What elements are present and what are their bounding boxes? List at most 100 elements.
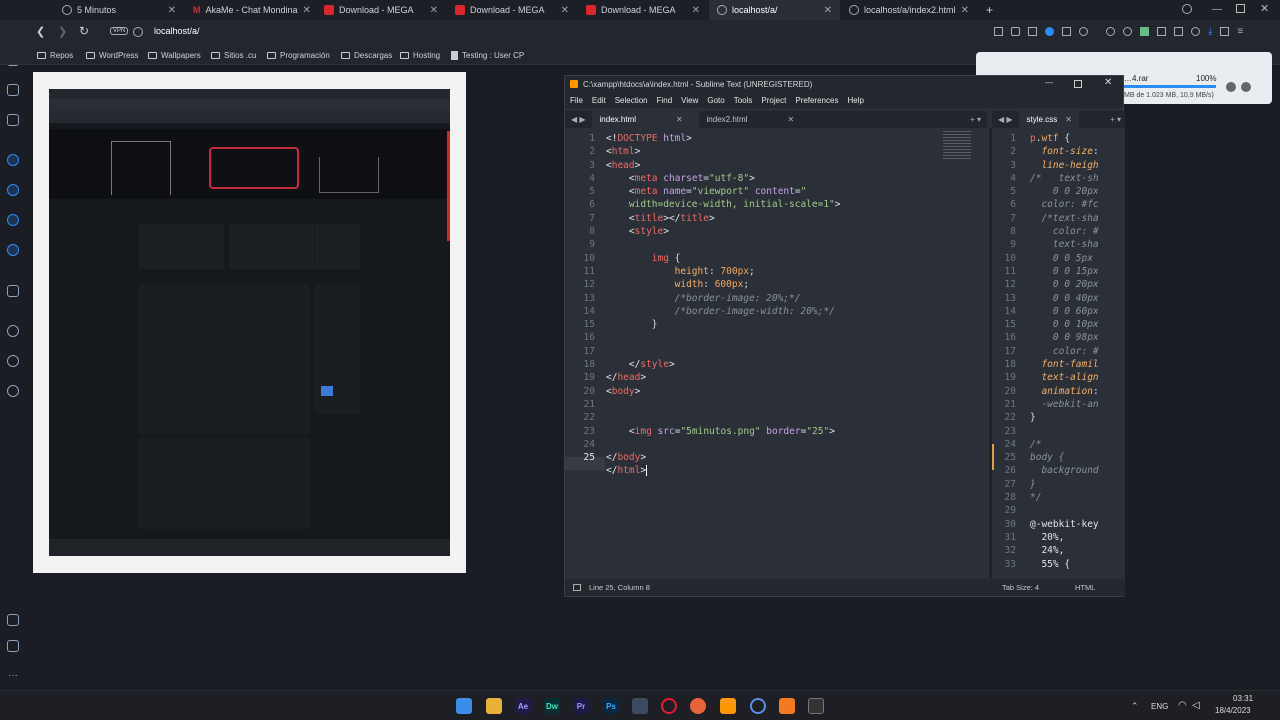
tray-chevron-icon[interactable]: ⌃ [1131, 701, 1139, 712]
tab-size[interactable]: Tab Size: 4 [1002, 583, 1039, 592]
tab-index2-html[interactable]: index2.html ✕ [699, 111, 806, 128]
clock-time[interactable]: 03:31 [1233, 694, 1253, 703]
minimize-icon[interactable]: — [1212, 4, 1222, 15]
search-icon[interactable] [1182, 4, 1192, 14]
pause-icon[interactable] [1226, 82, 1236, 92]
snapshots-icon[interactable] [7, 640, 19, 652]
shield-icon[interactable] [1045, 27, 1054, 36]
premiere-icon[interactable]: Pr [573, 698, 589, 714]
download-icon[interactable]: ⤓ [1208, 27, 1212, 37]
menu-goto[interactable]: Goto [707, 96, 724, 105]
close-icon[interactable]: ✕ [1104, 77, 1112, 88]
bookmark-item[interactable]: Repos [37, 45, 73, 65]
tab-nav-arrows[interactable]: ◀ ▶ [565, 115, 592, 124]
browser-tab[interactable]: localhost/a/index2.html ✕ [841, 0, 971, 20]
browser-tab[interactable]: M AkaMe - Chat Mondina ✕ [185, 0, 315, 20]
browser-tab[interactable]: 5 Minutos ✕ [54, 0, 184, 20]
after-effects-icon[interactable]: Ae [515, 698, 531, 714]
close-tab-icon[interactable]: ✕ [168, 5, 176, 16]
close-tab-icon[interactable]: ✕ [676, 115, 683, 124]
menu-find[interactable]: Find [657, 96, 673, 105]
extensions-icon[interactable] [7, 614, 19, 626]
twitter-icon[interactable] [7, 244, 19, 256]
menu-view[interactable]: View [681, 96, 698, 105]
ext-icon[interactable] [1123, 27, 1132, 36]
close-tab-icon[interactable]: ✕ [303, 5, 311, 16]
menu-edit[interactable]: Edit [592, 96, 606, 105]
shopping-icon[interactable] [7, 84, 19, 96]
heart-icon[interactable] [1079, 27, 1088, 36]
cancel-icon[interactable] [1241, 82, 1251, 92]
minimize-icon[interactable]: — [1045, 78, 1053, 87]
close-tab-icon[interactable]: ✕ [824, 5, 832, 16]
close-tab-icon[interactable]: ✕ [561, 5, 569, 16]
syntax-mode[interactable]: HTML [1075, 583, 1095, 592]
browser-tab-active[interactable]: localhost/a/ ✕ [709, 0, 840, 20]
windows-start-icon[interactable] [456, 698, 472, 714]
maximize-icon[interactable] [1074, 80, 1082, 88]
browser-tab[interactable]: Download - MEGA ✕ [316, 0, 446, 20]
menu-icon[interactable]: ≡ [1237, 27, 1243, 37]
tab-index-html[interactable]: index.html ✕ [591, 111, 699, 128]
settings-icon[interactable] [7, 385, 19, 397]
more-icon[interactable]: ··· [8, 670, 18, 681]
close-tab-icon[interactable]: ✕ [692, 5, 700, 16]
code-index-html[interactable]: <!DOCTYPE html> <html> <head> <meta char… [606, 132, 841, 478]
bookmark-item[interactable]: WordPress [86, 45, 138, 65]
volume-icon[interactable]: ◁ [1192, 700, 1200, 711]
forward-icon[interactable]: ❯ [58, 25, 67, 38]
instagram-icon[interactable] [7, 214, 19, 226]
bookmark-item[interactable]: Sitios .cu [211, 45, 256, 65]
browser-tab[interactable]: Download - MEGA ✕ [447, 0, 577, 20]
new-tab-icon[interactable]: + ▾ [970, 115, 987, 124]
cube-icon[interactable] [1174, 27, 1183, 36]
history-icon[interactable] [7, 355, 19, 367]
menu-selection[interactable]: Selection [615, 96, 648, 105]
messenger-icon[interactable] [7, 154, 19, 166]
bookmark-item[interactable]: Wallpapers [148, 45, 201, 65]
bookmark-item[interactable]: Descargas [341, 45, 392, 65]
file-explorer-icon[interactable] [486, 698, 502, 714]
minimap[interactable] [943, 131, 971, 161]
menu-help[interactable]: Help [847, 96, 863, 105]
edit-icon[interactable] [994, 27, 1003, 36]
clock-date[interactable]: 18/4/2023 [1215, 706, 1251, 715]
code-style-css[interactable]: p.wtf { font-size: line-heigh /* text-sh… [1030, 132, 1099, 571]
camera-icon[interactable] [1011, 27, 1020, 36]
gamepad-icon[interactable] [1106, 27, 1115, 36]
wifi-icon[interactable]: ◠ [1178, 700, 1187, 711]
editor-right[interactable]: 1 2 3 4 5 6 7 8 9 10 11 12 13 14 15 16 17 18 19 20 21 22 23 24 2… [992, 128, 1125, 581]
app-icon[interactable] [632, 698, 648, 714]
sublime-text-icon[interactable] [720, 698, 736, 714]
bookmark-item[interactable]: Programación [267, 45, 330, 65]
close-icon[interactable]: ✕ [1260, 2, 1269, 15]
play-icon[interactable] [1062, 27, 1071, 36]
vpn-badge[interactable]: VPN [110, 27, 129, 35]
wallet-icon[interactable] [1028, 27, 1037, 36]
browser-tab[interactable]: Download - MEGA ✕ [578, 0, 708, 20]
close-tab-icon[interactable]: ✕ [430, 5, 438, 16]
new-tab-icon[interactable]: + ▾ [1110, 115, 1125, 124]
wallet-icon[interactable] [1220, 27, 1230, 36]
firefox-icon[interactable] [690, 698, 706, 714]
menu-preferences[interactable]: Preferences [795, 96, 838, 105]
close-tab-icon[interactable]: ✕ [961, 5, 969, 16]
maximize-icon[interactable] [1236, 4, 1245, 13]
xampp-icon[interactable] [779, 698, 795, 714]
photoshop-icon[interactable]: Ps [603, 698, 619, 714]
tab-style-css[interactable]: style.css ✕ [1018, 111, 1079, 128]
telegram-icon[interactable] [7, 184, 19, 196]
dreamweaver-icon[interactable]: Dw [544, 698, 560, 714]
player-icon[interactable] [7, 285, 19, 297]
url-input[interactable]: localhost/a/ [154, 26, 200, 36]
window-icon[interactable] [7, 114, 19, 126]
terminal-icon[interactable] [808, 698, 824, 714]
bookmark-item[interactable]: Hosting [400, 45, 440, 65]
close-tab-icon[interactable]: ✕ [1065, 115, 1072, 124]
language-indicator[interactable]: ENG [1151, 702, 1168, 711]
ext-icon[interactable] [1140, 27, 1149, 36]
puzzle-icon[interactable] [1191, 27, 1200, 36]
opera-icon[interactable] [661, 698, 677, 714]
back-icon[interactable]: ❮ [36, 25, 45, 38]
ext-icon[interactable] [1157, 27, 1166, 36]
